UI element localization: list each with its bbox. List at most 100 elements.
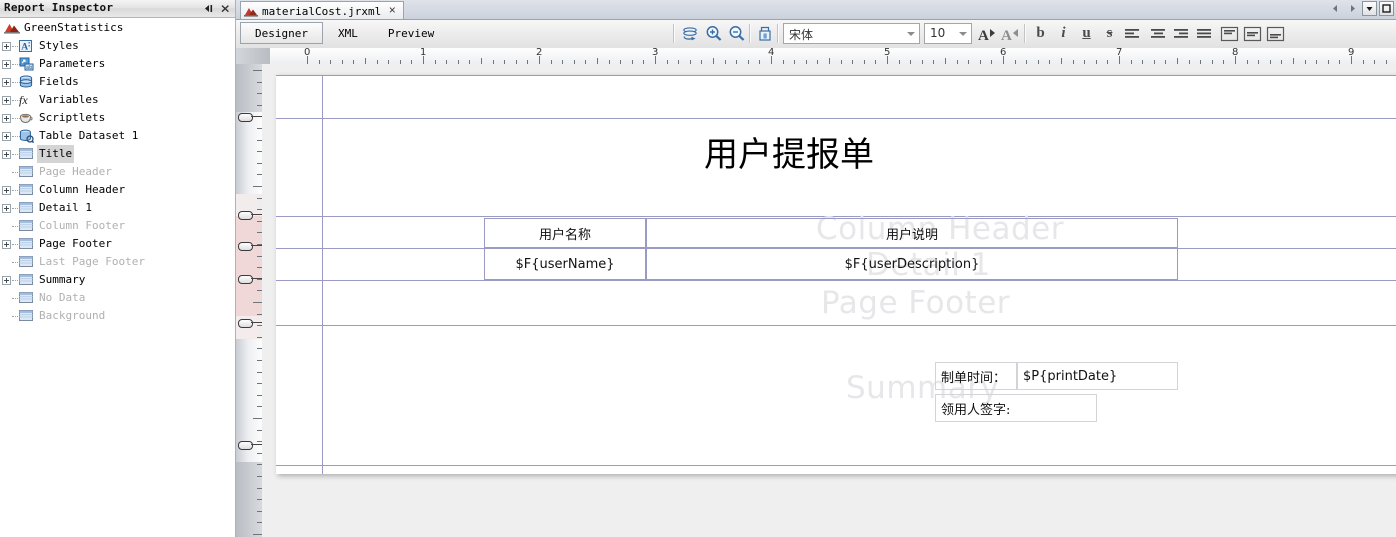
expand-toggle-icon[interactable] bbox=[2, 186, 11, 195]
tree-node-column-header[interactable]: Column Header bbox=[0, 181, 236, 199]
band-resize-handle[interactable] bbox=[238, 242, 253, 251]
expand-toggle-icon[interactable] bbox=[2, 204, 11, 213]
band-marker bbox=[251, 444, 262, 445]
table-header-cell-username[interactable]: 用户名称 bbox=[484, 218, 646, 248]
toolbar-separator bbox=[777, 24, 779, 43]
close-icon[interactable] bbox=[219, 2, 232, 15]
maximize-icon[interactable] bbox=[1379, 1, 1394, 16]
toolbar-separator bbox=[673, 24, 675, 43]
zoom-out-icon[interactable] bbox=[726, 23, 748, 44]
tree-node-detail-1[interactable]: Detail 1 bbox=[0, 199, 236, 217]
band-resize-handle[interactable] bbox=[238, 275, 253, 284]
band-resize-handle[interactable] bbox=[238, 319, 253, 328]
collapse-icon[interactable] bbox=[203, 2, 216, 15]
vertical-ruler[interactable] bbox=[236, 64, 263, 537]
band-icon bbox=[19, 201, 34, 215]
align-right-button[interactable] bbox=[1170, 23, 1192, 44]
ruler-tick bbox=[253, 418, 262, 419]
tree-node-column-footer[interactable]: Column Footer bbox=[0, 217, 236, 235]
summary-label-printdate[interactable]: 制单时间： bbox=[935, 362, 1017, 390]
report-canvas[interactable]: Column Header Detail 1 Page Footer Summa… bbox=[262, 64, 1396, 537]
tree-node-no-data[interactable]: No Data bbox=[0, 289, 236, 307]
band-icon bbox=[19, 147, 34, 161]
report-tree[interactable]: GreenStatistics A Styles ab Parameters Fields… bbox=[0, 17, 236, 325]
bold-button[interactable]: b bbox=[1030, 23, 1051, 44]
italic-button[interactable]: i bbox=[1053, 23, 1074, 44]
table-detail-cell-userdescription[interactable]: $F{userDescription} bbox=[646, 248, 1178, 280]
band-resize-handle[interactable] bbox=[238, 113, 253, 122]
expand-toggle-icon[interactable] bbox=[2, 78, 11, 87]
strikethrough-button[interactable]: s bbox=[1099, 23, 1120, 44]
band-icon bbox=[19, 273, 34, 287]
tree-node-variables[interactable]: fx Variables bbox=[0, 91, 236, 109]
font-size-combo[interactable]: 10 bbox=[924, 23, 972, 44]
ruler-label: 8 bbox=[1232, 48, 1239, 58]
vruler-band-shade-b bbox=[236, 216, 262, 316]
tree-node-scriptlets[interactable]: Scriptlets bbox=[0, 109, 236, 127]
expand-toggle-icon[interactable] bbox=[2, 114, 11, 123]
tree-node-parameters[interactable]: ab Parameters bbox=[0, 55, 236, 73]
ruler-label: 4 bbox=[768, 48, 775, 58]
refresh-bands-icon[interactable] bbox=[680, 23, 702, 44]
tab-preview[interactable]: Preview bbox=[373, 22, 449, 44]
expand-toggle-icon[interactable] bbox=[2, 42, 11, 51]
valign-top-button[interactable] bbox=[1218, 23, 1240, 44]
report-title-text[interactable]: 用户提报单 bbox=[704, 127, 874, 176]
valign-bottom-button[interactable] bbox=[1264, 23, 1286, 44]
font-family-combo[interactable]: 宋体 bbox=[783, 23, 920, 44]
tree-node-table-dataset-1[interactable]: Table Dataset 1 bbox=[0, 127, 236, 145]
band-resize-handle[interactable] bbox=[238, 441, 253, 450]
chevron-left-icon[interactable] bbox=[1328, 1, 1343, 16]
expand-toggle-icon[interactable] bbox=[2, 150, 11, 159]
chevron-down-icon[interactable] bbox=[1362, 1, 1377, 16]
close-icon[interactable]: × bbox=[386, 4, 398, 17]
expand-toggle-icon[interactable] bbox=[2, 132, 11, 141]
document-tab-materialcost[interactable]: materialCost.jrxml × bbox=[240, 1, 405, 19]
view-mode-tabs: Designer XML Preview bbox=[240, 22, 449, 44]
expand-toggle-icon[interactable] bbox=[2, 60, 11, 69]
summary-value-printdate[interactable]: $P{printDate} bbox=[1017, 362, 1178, 390]
report-page[interactable]: Column Header Detail 1 Page Footer Summa… bbox=[276, 75, 1396, 474]
tree-node-fields[interactable]: Fields bbox=[0, 73, 236, 91]
summary-label-signature[interactable]: 领用人签字: bbox=[935, 394, 1097, 422]
tree-node-summary[interactable]: Summary bbox=[0, 271, 236, 289]
ruler-label: 7 bbox=[1116, 48, 1123, 58]
tree-node-last-page-footer[interactable]: Last Page Footer bbox=[0, 253, 236, 271]
table-header-cell-userdescription[interactable]: 用户说明 bbox=[646, 218, 1178, 248]
variables-fx-icon: fx bbox=[19, 93, 34, 107]
tree-node-title[interactable]: Title bbox=[0, 145, 236, 163]
align-justify-button[interactable] bbox=[1193, 23, 1215, 44]
font-size-value: 10 bbox=[930, 26, 946, 40]
tab-designer[interactable]: Designer bbox=[240, 22, 323, 44]
tree-node-greenstatistics[interactable]: GreenStatistics bbox=[0, 19, 236, 37]
table-detail-cell-username[interactable]: $F{userName} bbox=[484, 248, 646, 280]
ruler-tick bbox=[253, 534, 262, 535]
expand-toggle-icon[interactable] bbox=[2, 276, 11, 285]
align-left-button[interactable] bbox=[1121, 23, 1143, 44]
increase-font-size-button[interactable]: A bbox=[976, 23, 998, 44]
tree-node-background[interactable]: Background bbox=[0, 307, 236, 325]
band-separator-bottom bbox=[276, 465, 1396, 466]
decrease-font-size-button[interactable]: A bbox=[999, 23, 1021, 44]
format-painter-icon[interactable] bbox=[754, 23, 776, 44]
chevron-right-icon[interactable] bbox=[1345, 1, 1360, 16]
tree-node-page-footer[interactable]: Page Footer bbox=[0, 235, 236, 253]
svg-text:A: A bbox=[21, 43, 28, 53]
expand-toggle-icon[interactable] bbox=[2, 96, 11, 105]
expand-toggle-icon[interactable] bbox=[2, 240, 11, 249]
svg-text:A: A bbox=[1001, 28, 1012, 43]
band-icon bbox=[19, 237, 34, 251]
valign-middle-button[interactable] bbox=[1241, 23, 1263, 44]
align-center-button[interactable] bbox=[1147, 23, 1169, 44]
toolbar-separator bbox=[1024, 24, 1026, 43]
band-resize-handle[interactable] bbox=[238, 211, 253, 220]
report-inspector-titlebar: Report Inspector bbox=[0, 0, 235, 18]
tree-node-styles[interactable]: A Styles bbox=[0, 37, 236, 55]
horizontal-ruler[interactable]: 0 1 2 3 4 5 6 7 8 9 bbox=[236, 48, 1396, 65]
font-family-value: 宋体 bbox=[789, 28, 814, 42]
tab-xml[interactable]: XML bbox=[323, 22, 373, 44]
tree-node-page-header[interactable]: Page Header bbox=[0, 163, 236, 181]
zoom-in-icon[interactable] bbox=[703, 23, 725, 44]
toolbar-separator bbox=[749, 24, 751, 43]
underline-button[interactable]: u bbox=[1076, 23, 1097, 44]
